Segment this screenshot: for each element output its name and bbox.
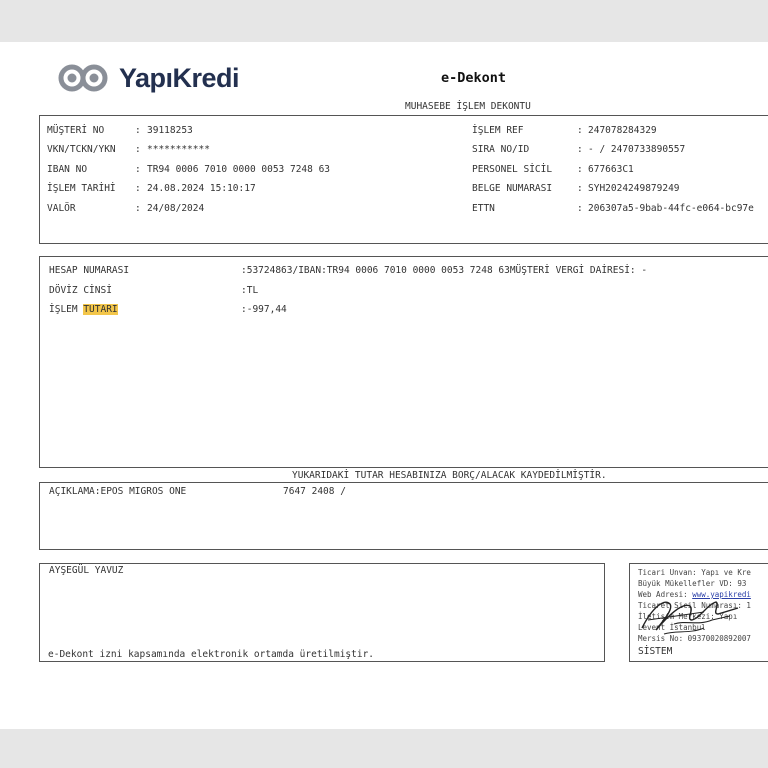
info-label: İŞLEM REF (472, 125, 524, 136)
account-value: :TL (241, 285, 259, 296)
info-value: 24/08/2024 (147, 203, 205, 214)
electronic-footer: e-Dekont izni kapsamında elektronik orta… (48, 649, 375, 660)
system-label: SİSTEM (638, 646, 673, 657)
account-label: HESAP NUMARASI (49, 265, 130, 276)
info-label: İŞLEM TARİHİ (47, 183, 116, 194)
info-value: 39118253 (147, 125, 193, 136)
info-separator: : (135, 164, 141, 175)
account-value: :53724863/IBAN:TR94 0006 7010 0000 0053 … (241, 265, 648, 276)
info-value: SYH2024249879249 (588, 183, 680, 194)
info-value: 677663C1 (588, 164, 634, 175)
document-page: YapıKredi e-Dekont MUHASEBE İŞLEM DEKONT… (0, 42, 768, 729)
info-label: PERSONEL SİCİL (472, 164, 553, 175)
info-separator: : (577, 144, 583, 155)
yapikredi-logo-icon (58, 64, 108, 92)
info-separator: : (577, 183, 583, 194)
description-label: AÇIKLAMA:EPOS MIGROS ONE (49, 486, 187, 497)
account-box (39, 256, 768, 468)
info-separator: : (135, 183, 141, 194)
info-value: - / 2470733890557 (588, 144, 686, 155)
amount-label: İŞLEM TUTARI (49, 304, 118, 315)
document-title: e-Dekont (441, 70, 507, 86)
info-label: VALÖR (47, 203, 76, 214)
signer-box (39, 563, 605, 662)
info-separator: : (135, 203, 141, 214)
info-value: 247078284329 (588, 125, 657, 136)
info-separator: : (577, 164, 583, 175)
handwritten-signature (641, 601, 739, 635)
info-value: TR94 0006 7010 0000 0053 7248 63 (147, 164, 331, 175)
account-label: DÖVİZ CİNSİ (49, 285, 112, 296)
signer-name: AYŞEGÜL YAVUZ (49, 565, 124, 576)
amount-value: :-997,44 (241, 304, 287, 315)
info-separator: : (577, 125, 583, 136)
info-value: 206307a5-9bab-44fc-e064-bc97e (588, 203, 754, 214)
bank-info-line: Büyük Mükellefler VD: 93 (638, 579, 747, 588)
brand-name: YapıKredi (119, 62, 240, 93)
bank-info-line: Ticari Unvan: Yapı ve Kre (638, 568, 751, 577)
info-label: ETTN (472, 203, 495, 214)
info-label: SIRA NO/ID (472, 144, 530, 155)
info-label: IBAN NO (47, 164, 88, 175)
info-value: 24.08.2024 15:10:17 (147, 183, 256, 194)
info-label: MÜŞTERİ NO (47, 125, 105, 136)
info-separator: : (135, 144, 141, 155)
booking-notice: YUKARIDAKİ TUTAR HESABINIZA BORÇ/ALACAK … (292, 470, 607, 481)
yapikredi-logo: YapıKredi (57, 60, 240, 96)
info-value: *********** (147, 144, 210, 155)
amount-label-highlight: TUTARI (83, 304, 118, 315)
description-value: 7647 2408 / (283, 486, 346, 497)
info-label: BELGE NUMARASI (472, 183, 553, 194)
info-label: VKN/TCKN/YKN (47, 144, 116, 155)
document-subtitle: MUHASEBE İŞLEM DEKONTU (405, 101, 531, 112)
info-separator: : (135, 125, 141, 136)
amount-label-prefix: İŞLEM (49, 304, 84, 315)
info-separator: : (577, 203, 583, 214)
